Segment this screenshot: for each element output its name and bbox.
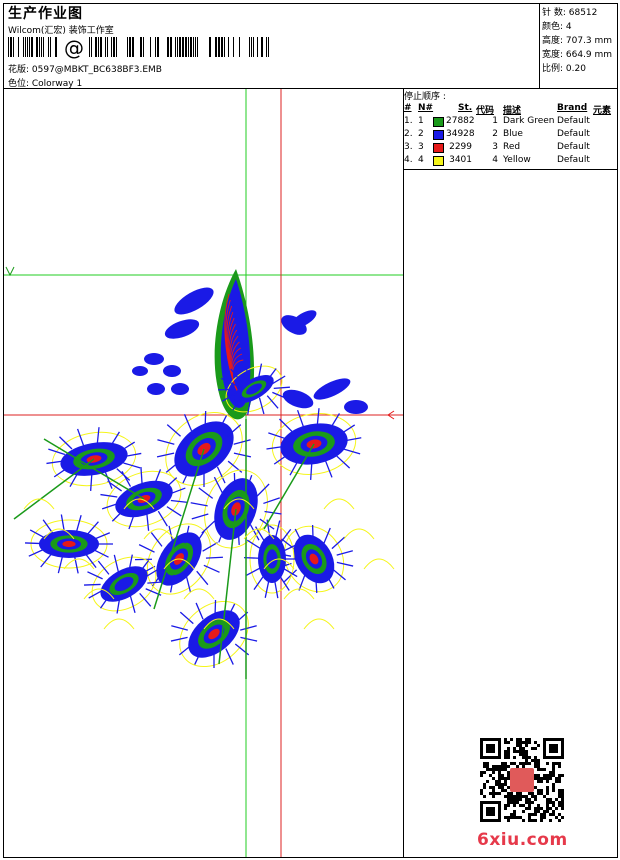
row-needle: 2 [418,129,424,139]
col-header-code: 代码 [476,106,495,116]
row-index: 2. [404,129,413,139]
col-header-needle: N# [418,103,434,113]
qr-code [480,738,564,822]
row-stitches: 2299 [449,142,472,152]
svg-text:@: @ [64,37,84,59]
row-brand: Default [557,142,590,152]
row-code: 4 [492,155,498,165]
stat-line: 高度: 707.3 mm [542,36,613,46]
col-header-num: # [404,103,412,113]
row-description: Red [503,142,521,152]
page-title: 生产作业图 [8,6,83,22]
stat-line: 针 数: 68512 [542,8,598,18]
row-code: 2 [492,129,498,139]
row-stitches: 27882 [446,116,475,126]
color-swatch [433,130,444,140]
row-description: Blue [503,129,523,139]
design-file-label: 花版: 0597@MBKT_BC638BF3.EMB [8,65,162,75]
row-needle: 3 [418,142,424,152]
color-swatch [433,143,444,153]
row-code: 3 [492,142,498,152]
qr-center-logo [510,768,534,792]
colorway-label: 色位: Colorway 1 [8,79,83,89]
col-header-brand: Brand [557,103,588,113]
color-swatch [433,156,444,166]
row-index: 4. [404,155,413,165]
col-header-desc: 描述 [503,106,522,116]
row-stitches: 3401 [449,155,472,165]
stat-line: 颜色: 4 [542,22,572,32]
row-stitches: 34928 [446,129,475,139]
stop-sequence-title: 停止顺序 : [404,92,446,102]
row-code: 1 [492,116,498,126]
peacock-feather-motif [5,266,395,679]
company-name: Wilcom(汇宏) 装饰工作室 [8,26,114,36]
stat-line: 宽度: 664.9 mm [542,50,613,60]
barcode: @ [8,37,269,59]
watermark-logo: 6xiu.com [477,830,568,850]
color-swatch [433,117,444,127]
stat-line: 比例: 0.20 [542,64,586,74]
col-header-stitches: St. [458,103,473,113]
row-brand: Default [557,116,590,126]
row-brand: Default [557,155,590,165]
row-brand: Default [557,129,590,139]
row-needle: 4 [418,155,424,165]
row-description: Yellow [503,155,531,165]
row-description: Dark Green [503,116,555,126]
row-index: 1. [404,116,413,126]
row-index: 3. [404,142,413,152]
col-header-element: 元素 [593,106,612,116]
embroidery-design [4,89,403,857]
row-needle: 1 [418,116,424,126]
